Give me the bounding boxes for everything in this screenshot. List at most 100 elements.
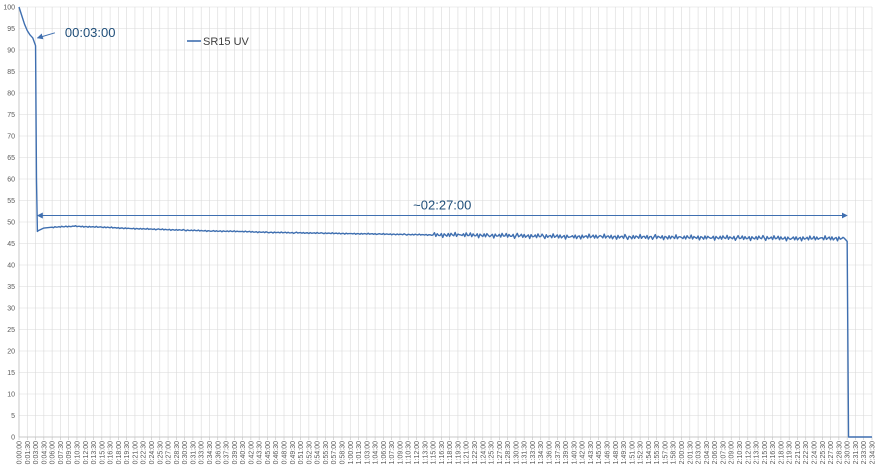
x-tick-label: 1:57:00 xyxy=(662,441,669,464)
x-tick-label: 0:24:00 xyxy=(149,441,156,464)
y-tick-label: 65 xyxy=(7,155,15,162)
x-tick-label: 0:31:30 xyxy=(190,441,197,464)
x-tick-label: 0:52:30 xyxy=(306,441,313,464)
x-tick-label: 1:15:00 xyxy=(431,441,438,464)
x-tick-label: 0:37:30 xyxy=(224,441,231,464)
x-axis-ticks: 0:00:00 0:01:30 0:03:00 0:04:30 0:06:00 0:07:… xyxy=(17,441,877,464)
line-chart: 0 5 10 15 20 25 30 35 40 45 50 55 60 65 70 75 80 85 90 95 10… xyxy=(3,5,877,465)
x-tick-label: 1:12:00 xyxy=(414,441,421,464)
x-tick-label: 0:49:30 xyxy=(290,441,297,464)
x-tick-label: 0:15:00 xyxy=(99,441,106,464)
x-tick-label: 2:07:30 xyxy=(720,441,727,464)
x-tick-label: 1:33:00 xyxy=(530,441,537,464)
x-tick-label: 0:12:00 xyxy=(83,441,90,464)
x-tick-label: 2:34:30 xyxy=(870,441,877,464)
x-tick-label: 1:54:00 xyxy=(646,441,653,464)
x-tick-label: 0:54:00 xyxy=(315,441,322,464)
x-tick-label: 0:30:00 xyxy=(182,441,189,464)
x-tick-label: 0:45:00 xyxy=(265,441,272,464)
x-tick-label: 1:39:00 xyxy=(563,441,570,464)
x-tick-label: 0:21:00 xyxy=(132,441,139,464)
x-tick-label: 0:00:00 xyxy=(17,441,24,464)
x-tick-label: 2:33:00 xyxy=(861,441,868,464)
x-tick-label: 0:16:30 xyxy=(108,441,115,464)
x-tick-label: 2:21:00 xyxy=(795,441,802,464)
x-tick-label: 2:16:30 xyxy=(770,441,777,464)
x-tick-label: 1:16:30 xyxy=(439,441,446,464)
x-tick-label: 0:57:00 xyxy=(331,441,338,464)
x-tick-label: 1:03:00 xyxy=(364,441,371,464)
x-tick-label: 0:07:30 xyxy=(58,441,65,464)
x-tick-label: 1:28:30 xyxy=(505,441,512,464)
x-tick-label: 0:25:30 xyxy=(157,441,164,464)
x-tick-label: 1:58:30 xyxy=(671,441,678,464)
x-tick-label: 2:19:30 xyxy=(787,441,794,464)
x-tick-label: 1:45:00 xyxy=(596,441,603,464)
x-tick-label: 0:22:30 xyxy=(141,441,148,464)
y-tick-label: 25 xyxy=(7,327,15,334)
y-tick-label: 0 xyxy=(11,435,15,442)
x-tick-label: 0:18:00 xyxy=(116,441,123,464)
x-tick-label: 2:06:00 xyxy=(712,441,719,464)
y-tick-label: 40 xyxy=(7,263,15,270)
x-tick-label: 0:39:00 xyxy=(232,441,239,464)
y-tick-label: 80 xyxy=(7,91,15,98)
y-tick-label: 90 xyxy=(7,48,15,55)
x-tick-label: 2:09:00 xyxy=(729,441,736,464)
x-tick-label: 0:43:30 xyxy=(257,441,264,464)
y-tick-label: 50 xyxy=(7,220,15,227)
x-tick-label: 0:33:00 xyxy=(199,441,206,464)
y-tick-label: 35 xyxy=(7,284,15,291)
y-tick-label: 60 xyxy=(7,177,15,184)
x-tick-label: 0:55:30 xyxy=(323,441,330,464)
y-tick-label: 15 xyxy=(7,370,15,377)
x-tick-label: 1:40:30 xyxy=(571,441,578,464)
x-tick-label: 1:01:30 xyxy=(356,441,363,464)
y-tick-label: 10 xyxy=(7,392,15,399)
x-tick-label: 0:46:30 xyxy=(273,441,280,464)
x-tick-label: 1:21:00 xyxy=(464,441,471,464)
x-tick-label: 1:19:30 xyxy=(455,441,462,464)
x-tick-label: 1:34:30 xyxy=(538,441,545,464)
x-tick-label: 1:24:00 xyxy=(480,441,487,464)
x-tick-label: 2:30:00 xyxy=(845,441,852,464)
x-tick-label: 0:36:00 xyxy=(215,441,222,464)
annotations: 00:03:00 ~02:27:00 xyxy=(36,25,848,219)
x-tick-label: 0:09:00 xyxy=(66,441,73,464)
x-tick-label: 1:00:00 xyxy=(348,441,355,464)
x-tick-label: 0:28:30 xyxy=(174,441,181,464)
x-tick-label: 0:06:00 xyxy=(50,441,57,464)
x-tick-label: 2:27:00 xyxy=(828,441,835,464)
x-tick-label: 1:10:30 xyxy=(406,441,413,464)
x-tick-label: 0:42:00 xyxy=(248,441,255,464)
x-tick-label: 1:52:30 xyxy=(638,441,645,464)
x-tick-label: 1:36:00 xyxy=(547,441,554,464)
y-tick-label: 95 xyxy=(7,26,15,33)
x-tick-label: 2:28:30 xyxy=(836,441,843,464)
x-tick-label: 2:10:30 xyxy=(737,441,744,464)
x-tick-label: 0:58:30 xyxy=(339,441,346,464)
x-tick-label: 1:27:00 xyxy=(497,441,504,464)
y-tick-label: 100 xyxy=(3,5,15,12)
grid-lines xyxy=(18,6,873,438)
y-axis-ticks: 0 5 10 15 20 25 30 35 40 45 50 55 60 65 70 75 80 85 90 95 10… xyxy=(3,5,15,442)
x-tick-label: 0:10:30 xyxy=(74,441,81,464)
x-tick-label: 2:00:00 xyxy=(679,441,686,464)
x-tick-label: 1:55:30 xyxy=(654,441,661,464)
y-tick-label: 20 xyxy=(7,349,15,356)
x-tick-label: 1:51:00 xyxy=(629,441,636,464)
x-tick-label: 1:25:30 xyxy=(489,441,496,464)
legend-label: SR15 UV xyxy=(203,36,250,48)
y-tick-label: 5 xyxy=(11,413,15,420)
x-tick-label: 1:31:30 xyxy=(522,441,529,464)
y-tick-label: 70 xyxy=(7,134,15,141)
x-tick-label: 2:24:00 xyxy=(812,441,819,464)
x-tick-label: 1:43:30 xyxy=(588,441,595,464)
x-tick-label: 2:15:00 xyxy=(762,441,769,464)
x-tick-label: 2:25:30 xyxy=(820,441,827,464)
x-tick-label: 1:09:00 xyxy=(397,441,404,464)
y-tick-label: 45 xyxy=(7,241,15,248)
x-tick-label: 1:22:30 xyxy=(472,441,479,464)
x-tick-label: 1:49:30 xyxy=(621,441,628,464)
x-tick-label: 0:34:30 xyxy=(207,441,214,464)
